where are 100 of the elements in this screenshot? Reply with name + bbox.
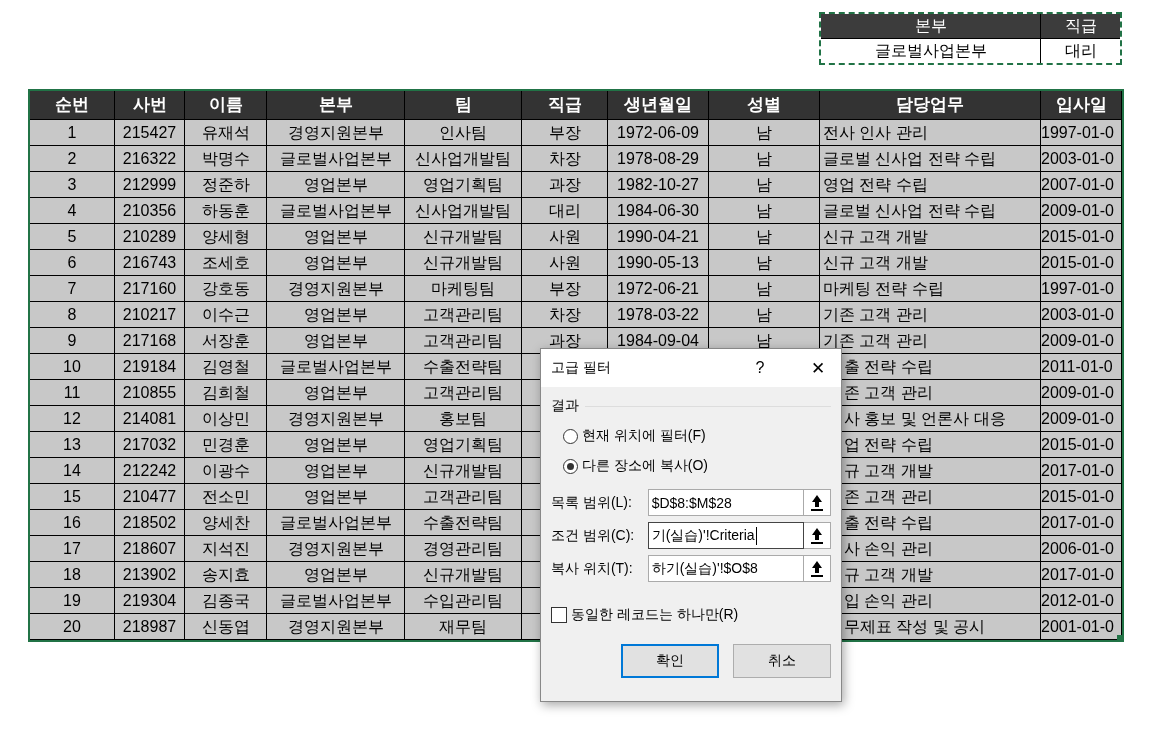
hire-date-cell: 2017-01-0 [1041, 458, 1122, 484]
duty-cell: 신규 고객 개발 [820, 224, 1041, 250]
id-cell: 212999 [115, 172, 185, 198]
gender-cell: 남 [709, 302, 820, 328]
id-cell: 219304 [115, 588, 185, 614]
number-cell: 3 [30, 172, 115, 198]
column-header: 생년월일 [608, 91, 709, 120]
hire-date-cell: 2009-01-0 [1041, 380, 1122, 406]
birth-date-cell: 1984-06-30 [608, 198, 709, 224]
hire-date-cell: 1997-01-0 [1041, 276, 1122, 302]
name-cell: 양세찬 [185, 510, 267, 536]
name-cell: 신동엽 [185, 614, 267, 640]
id-cell: 218607 [115, 536, 185, 562]
column-header: 본부 [267, 91, 405, 120]
ok-button[interactable]: 확인 [621, 644, 719, 678]
birth-date-cell: 1982-10-27 [608, 172, 709, 198]
name-cell: 강호동 [185, 276, 267, 302]
name-cell: 김종국 [185, 588, 267, 614]
column-header: 사번 [115, 91, 185, 120]
team-cell: 수입관리팀 [405, 588, 522, 614]
number-cell: 10 [30, 354, 115, 380]
duty-cell: 기존 고객 관리 [820, 302, 1041, 328]
division-cell: 글로벌사업본부 [267, 354, 405, 380]
radio-button[interactable] [563, 458, 578, 474]
gender-cell: 남 [709, 146, 820, 172]
rank-cell: 사원 [522, 224, 608, 250]
birth-date-cell: 1972-06-09 [608, 120, 709, 146]
number-cell: 2 [30, 146, 115, 172]
division-cell: 영업본부 [267, 302, 405, 328]
team-cell: 신규개발팀 [405, 250, 522, 276]
id-cell: 218502 [115, 510, 185, 536]
name-cell: 김희철 [185, 380, 267, 406]
collapse-button[interactable] [804, 522, 831, 549]
division-cell: 경영지원본부 [267, 406, 405, 432]
id-cell: 210356 [115, 198, 185, 224]
cancel-button[interactable]: 취소 [733, 644, 831, 678]
rank-cell: 대리 [522, 198, 608, 224]
name-cell: 지석진 [185, 536, 267, 562]
input-field[interactable]: $D$8:$M$28 [647, 489, 805, 516]
id-cell: 217032 [115, 432, 185, 458]
number-cell: 18 [30, 562, 115, 588]
duty-cell: 전사 인사 관리 [820, 120, 1041, 146]
division-cell: 글로벌사업본부 [267, 510, 405, 536]
birth-date-cell: 1990-05-13 [608, 250, 709, 276]
number-cell: 6 [30, 250, 115, 276]
input-field[interactable]: 기(실습)'!Criteria [647, 522, 805, 549]
hire-date-cell: 2012-01-0 [1041, 588, 1122, 614]
id-cell: 210289 [115, 224, 185, 250]
column-header: 이름 [185, 91, 267, 120]
id-cell: 216322 [115, 146, 185, 172]
dialog-title: 고급 필터 [551, 359, 612, 377]
group-label: 결과 [551, 397, 579, 415]
name-cell: 정준하 [185, 172, 267, 198]
checkbox-label[interactable]: 동일한 레코드는 하나만(R) [571, 606, 739, 624]
collapse-button[interactable] [804, 555, 831, 582]
team-cell: 신규개발팀 [405, 562, 522, 588]
gender-cell: 남 [709, 120, 820, 146]
division-cell: 경영지원본부 [267, 120, 405, 146]
team-cell: 인사팀 [405, 120, 522, 146]
name-cell: 김영철 [185, 354, 267, 380]
team-cell: 고객관리팀 [405, 380, 522, 406]
id-cell: 210477 [115, 484, 185, 510]
number-cell: 20 [30, 614, 115, 640]
team-cell: 고객관리팀 [405, 328, 522, 354]
gender-cell: 남 [709, 224, 820, 250]
hire-date-cell: 2009-01-0 [1041, 406, 1122, 432]
number-cell: 15 [30, 484, 115, 510]
birth-date-cell: 1972-06-21 [608, 276, 709, 302]
duty-cell: 기존 고객 관리 [820, 328, 1041, 354]
name-cell: 박명수 [185, 146, 267, 172]
hire-date-cell: 2006-01-0 [1041, 536, 1122, 562]
number-cell: 7 [30, 276, 115, 302]
number-cell: 1 [30, 120, 115, 146]
radio-label[interactable]: 다른 장소에 복사(O) [582, 457, 708, 475]
id-cell: 213902 [115, 562, 185, 588]
number-cell: 4 [30, 198, 115, 224]
radio-button[interactable] [563, 428, 578, 444]
checkbox[interactable] [551, 607, 567, 623]
birth-date-cell: 1978-03-22 [608, 302, 709, 328]
rank-cell: 부장 [522, 120, 608, 146]
hire-date-cell: 2009-01-0 [1041, 198, 1122, 224]
hire-date-cell: 2017-01-0 [1041, 562, 1122, 588]
collapse-button[interactable] [804, 489, 831, 516]
radio-label[interactable]: 현재 위치에 필터(F) [582, 427, 706, 445]
name-cell: 서장훈 [185, 328, 267, 354]
hire-date-cell: 2015-01-0 [1041, 432, 1122, 458]
column-header: 직급 [522, 91, 608, 120]
rank-cell: 부장 [522, 276, 608, 302]
gender-cell: 남 [709, 172, 820, 198]
team-cell: 신사업개발팀 [405, 198, 522, 224]
division-cell: 글로벌사업본부 [267, 198, 405, 224]
team-cell: 영업기획팀 [405, 172, 522, 198]
number-cell: 5 [30, 224, 115, 250]
hire-date-cell: 1997-01-0 [1041, 120, 1122, 146]
input-field[interactable]: 하기(실습)'!$O$8 [647, 555, 805, 582]
birth-date-cell: 1978-08-29 [608, 146, 709, 172]
duty-cell: 글로벌 신사업 전략 수립 [820, 146, 1041, 172]
division-cell: 글로벌사업본부 [267, 146, 405, 172]
rank-cell: 차장 [522, 146, 608, 172]
team-cell: 마케팅팀 [405, 276, 522, 302]
